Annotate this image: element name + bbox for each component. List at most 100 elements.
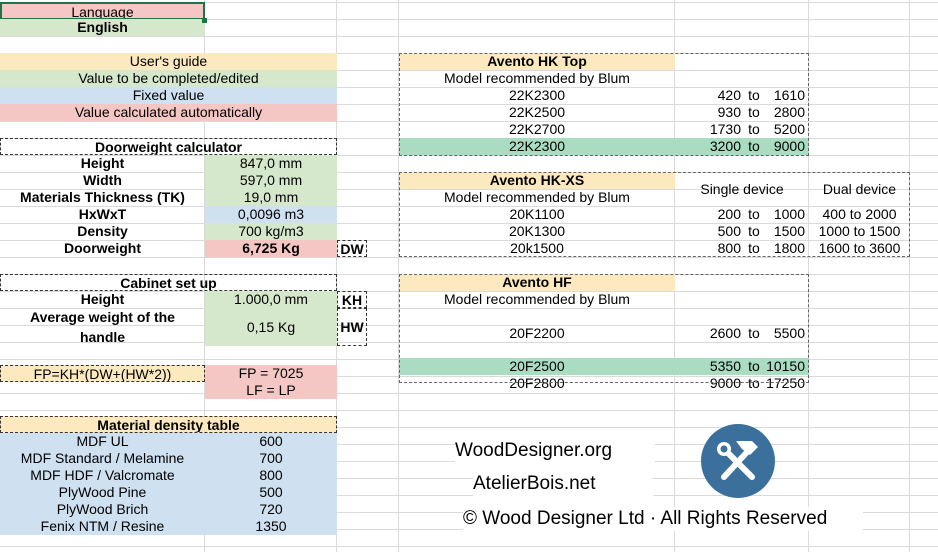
density-material-value[interactable]: 700 [205, 450, 337, 467]
avento-model: 22K2300 [399, 138, 675, 155]
hf-title: Avento HF [399, 274, 675, 291]
avento-min-weight: 1730 [709, 121, 741, 137]
legend-calculated-value: Value calculated automatically [0, 104, 337, 121]
avento-model: 20K1100 [509, 206, 565, 222]
thickness-input[interactable]: 19,0 mm [205, 189, 337, 206]
avento-max-weight: 1500 [773, 223, 805, 239]
fp-formula: FP=KH*(DW+(HW*2)) [0, 365, 205, 382]
language-label-cell[interactable]: Language [0, 2, 205, 20]
avento-range-to: to [748, 223, 760, 239]
hf-subtitle: Model recommended by Blum [444, 291, 630, 307]
avento-model: 20F2200 [509, 325, 565, 341]
dual-device-header: Dual device [822, 181, 897, 197]
density-material-name: Fenix NTM / Resine [0, 518, 205, 535]
avento-range-to: to [748, 375, 760, 391]
avento-min-weight: 420 [717, 87, 741, 103]
avento-dual-range: 1600 to 3600 [818, 240, 901, 256]
density-material-name: MDF Standard / Melamine [0, 450, 205, 467]
site-link-atelierbois[interactable]: AtelierBois.net [473, 472, 653, 496]
single-device-header: Single device [700, 181, 784, 197]
avento-min-weight: 800 [717, 240, 741, 256]
hk-top-title: Avento HK Top [399, 53, 675, 70]
avento-range-to: to [748, 121, 760, 137]
density-material-value[interactable]: 800 [205, 467, 337, 484]
fp-value[interactable]: FP = 7025 [205, 365, 337, 382]
avento-model: 20F2800 [509, 375, 565, 391]
avento-range-to: to [748, 104, 760, 120]
doorweight-title: Doorweight calculator [0, 138, 337, 155]
avento-range-to: to [745, 138, 763, 155]
avento-model: 22K2300 [508, 87, 566, 103]
legend-value-completed: Value to be completed/edited [0, 70, 337, 87]
density-material-name: PlyWood Brich [0, 501, 205, 518]
avento-max-weight: 1610 [773, 87, 805, 103]
avento-dual-range: 1000 to 1500 [818, 223, 901, 239]
avento-min-weight: 200 [717, 206, 741, 222]
density-material-value[interactable]: 720 [205, 501, 337, 518]
density-material-value[interactable]: 600 [205, 433, 337, 450]
handle-weight-input[interactable]: 0,15 Kg [205, 308, 337, 346]
avento-max-weight: 17250 [766, 375, 805, 391]
avento-model: 22K2500 [508, 104, 566, 120]
density-material-name: MDF HDF / Valcromate [0, 467, 205, 484]
avento-max-weight: 9000 [763, 138, 809, 155]
hk-top-subtitle: Model recommended by Blum [444, 70, 630, 86]
cabinet-height-input[interactable]: 1.000,0 mm [205, 291, 337, 308]
copyright-text: © Wood Designer Ltd · All Rights Reserve… [463, 507, 863, 531]
avento-model: 20k1500 [510, 240, 564, 256]
avento-min-weight: 930 [717, 104, 741, 120]
hammer-wrench-icon [701, 424, 775, 498]
avento-range-to: to [748, 240, 760, 256]
hw-tag: HW [337, 308, 367, 346]
legend-users-guide: User's guide [0, 53, 337, 70]
doorweight-label: Doorweight [64, 240, 141, 256]
handle-label-line2: handle [79, 329, 126, 345]
avento-model: 20K1300 [508, 223, 566, 239]
avento-range-to: to [745, 358, 763, 375]
avento-min-weight: 3200 [675, 138, 745, 155]
hxwxt-label: HxWxT [78, 206, 127, 222]
density-input[interactable]: 700 kg/m3 [205, 223, 337, 240]
avento-range-to: to [748, 325, 760, 341]
avento-max-weight: 10150 [763, 358, 809, 375]
avento-model: 20F2500 [399, 358, 675, 375]
avento-max-weight: 5200 [773, 121, 805, 137]
thickness-label: Materials Thickness (TK) [20, 189, 185, 205]
language-value-cell[interactable]: English [0, 19, 205, 36]
avento-min-weight: 2600 [709, 325, 741, 341]
legend-fixed-value: Fixed value [0, 87, 337, 104]
avento-max-weight: 1800 [773, 240, 805, 256]
dw-tag: DW [337, 240, 367, 257]
hk-xs-title: Avento HK-XS [399, 172, 675, 189]
cabinet-height-label: Height [80, 291, 125, 307]
cabinet-title: Cabinet set up [0, 274, 337, 291]
avento-min-weight: 500 [717, 223, 741, 239]
density-label: Density [77, 223, 128, 239]
doorweight-value[interactable]: 6,725 Kg [205, 240, 337, 257]
width-input[interactable]: 597,0 mm [205, 172, 337, 189]
width-label: Width [83, 172, 122, 188]
height-input[interactable]: 847,0 mm [205, 155, 337, 172]
density-material-value[interactable]: 1350 [205, 518, 337, 535]
density-material-name: MDF UL [0, 433, 205, 450]
avento-max-weight: 5500 [773, 325, 805, 341]
avento-max-weight: 1000 [773, 206, 805, 222]
kh-tag: KH [337, 291, 367, 308]
avento-range-to: to [748, 206, 760, 222]
density-table-title: Material density table [0, 416, 337, 433]
avento-dual-range: 400 to 2000 [822, 206, 897, 222]
avento-range-to: to [748, 87, 760, 103]
handle-label-line1: Average weight of the [30, 309, 175, 325]
height-label: Height [80, 155, 125, 171]
density-material-value[interactable]: 500 [205, 484, 337, 501]
hk-xs-subtitle: Model recommended by Blum [444, 189, 630, 205]
avento-max-weight: 2800 [773, 104, 805, 120]
density-material-name: PlyWood Pine [0, 484, 205, 501]
avento-model: 22K2700 [508, 121, 566, 137]
site-link-wooddesigner[interactable]: WoodDesigner.org [455, 439, 655, 463]
avento-min-weight: 9000 [709, 375, 741, 391]
lf-value[interactable]: LF = LP [205, 382, 337, 399]
selection-handle[interactable] [202, 18, 207, 23]
avento-min-weight: 5350 [675, 358, 745, 375]
hxwxt-value[interactable]: 0,0096 m3 [205, 206, 337, 223]
